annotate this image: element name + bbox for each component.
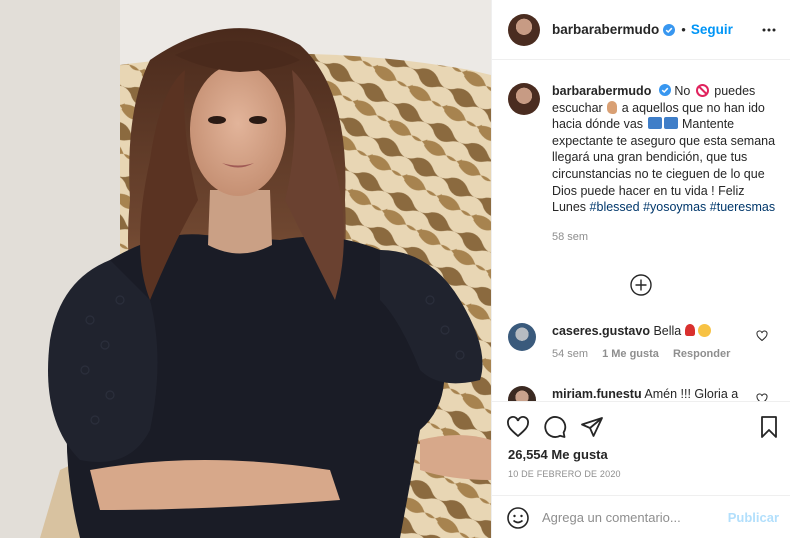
soon-arrow-emoji-icon [663,117,678,130]
prohibited-emoji-icon [695,84,709,97]
post-actions: 26,554 Me gusta 10 DE FEBRERO DE 2020 Pu… [492,401,790,538]
author-avatar[interactable] [508,13,540,46]
reply-button[interactable]: Responder [673,348,730,360]
add-comment-bar: Publicar [492,495,790,538]
comment-text: Bella [653,324,682,338]
portrait-illustration [0,0,491,538]
hashtag-link[interactable]: #yosoymas [643,200,706,214]
more-options-icon[interactable] [761,22,777,38]
instagram-post: barbarabermudo • Seguir barbarabermudo N… [0,0,790,538]
likes-number: 26,554 [508,447,548,462]
comment-text: Amén !!! Gloria a [644,387,739,401]
kiss-emoji-icon [698,324,712,337]
share-paper-plane-icon[interactable] [580,415,604,439]
caption-timestamp[interactable]: 58 sem [552,229,778,246]
comment-input[interactable] [542,510,717,525]
publish-comment-button[interactable]: Publicar [728,510,779,525]
header-separator: • [681,22,686,37]
save-bookmark-icon[interactable] [757,415,781,439]
caption-avatar[interactable] [508,83,540,115]
rose-emoji-icon [684,324,695,336]
hashtag-link[interactable]: #tueresmas [710,200,775,214]
follow-button[interactable]: Seguir [691,22,733,37]
likes-label: Me gusta [551,447,608,462]
comment-like-heart-icon[interactable] [756,393,768,401]
comment-bubble-icon[interactable] [543,415,567,439]
ear-emoji-icon [607,100,618,114]
caption-username[interactable]: barbarabermudo [552,84,651,98]
commenter-avatar[interactable] [508,323,536,351]
comment-timestamp[interactable]: 54 sem [552,348,588,360]
author-username[interactable]: barbarabermudo [552,22,659,37]
post-photo[interactable] [0,0,491,538]
likes-count[interactable]: 26,554 Me gusta [508,447,608,462]
commenter-avatar[interactable] [508,386,536,401]
caption-text-1: No [674,84,691,98]
verified-badge-icon [663,23,676,36]
comment-like-heart-icon[interactable] [756,330,768,342]
comment-item: miriam.funestu Amén !!! Gloria a [508,386,778,401]
post-caption: barbarabermudo No puedes escuchar a aque… [508,83,778,245]
comment-likes[interactable]: 1 Me gusta [602,348,659,360]
end-arrow-emoji-icon [647,117,662,130]
commenter-username[interactable]: miriam.funestu [552,387,642,401]
comments-scroll-area[interactable]: barbarabermudo No puedes escuchar a aque… [492,61,790,401]
post-date[interactable]: 10 DE FEBRERO DE 2020 [508,469,621,479]
post-header: barbarabermudo • Seguir [492,0,790,60]
post-side-panel: barbarabermudo • Seguir barbarabermudo N… [491,0,790,538]
commenter-username[interactable]: caseres.gustavo [552,324,650,338]
comment-item: caseres.gustavo Bella 54 sem 1 Me gusta … [508,323,778,360]
like-heart-icon[interactable] [506,415,530,439]
hashtag-link[interactable]: #blessed [590,200,640,214]
emoji-smile-icon[interactable] [506,506,530,530]
verified-badge-icon [658,84,671,96]
load-more-comments-icon[interactable] [630,274,652,296]
